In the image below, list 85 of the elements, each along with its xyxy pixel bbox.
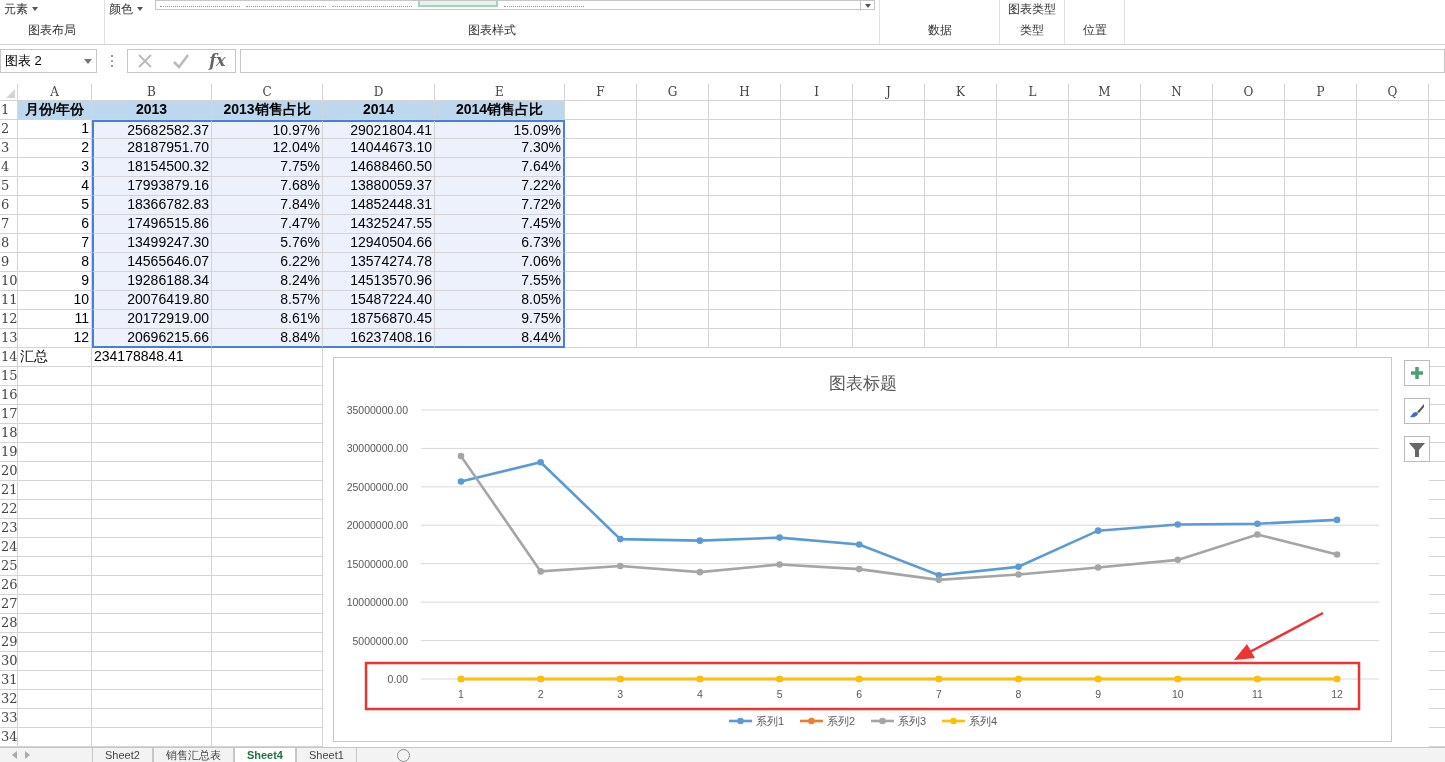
table-cell: 8.44% [435, 329, 565, 348]
table-cell: 20076419.80 [92, 291, 212, 310]
ribbon-group-label: 图表布局 [28, 22, 76, 39]
table-cell: 13880059.37 [323, 177, 435, 196]
axis-label: 9 [1095, 688, 1102, 700]
table-cell: 12940504.66 [323, 234, 435, 253]
axis-label: 25000000.00 [346, 480, 408, 493]
table-cell: 20696215.66 [92, 329, 212, 348]
axis-label: 15000000.00 [346, 557, 408, 570]
table-cell: 9.75% [435, 310, 565, 329]
table-cell: 18756870.45 [323, 310, 435, 329]
axis-label: 2 [537, 688, 544, 700]
table-cell: 19286188.34 [92, 272, 212, 291]
table-cell: 7.55% [435, 272, 565, 291]
table-cell: 14513570.96 [323, 272, 435, 291]
table-cell: 15.09% [435, 120, 565, 139]
axis-label: 0.00 [387, 673, 408, 685]
axis-label: 11 [1251, 688, 1263, 700]
table-cell: 7.84% [212, 196, 323, 215]
table-cell: 汇总 [18, 348, 92, 367]
table-cell: 17496515.86 [92, 215, 212, 234]
table-cell: 10.97% [212, 120, 323, 139]
table-cell: 14325247.55 [323, 215, 435, 234]
table-cell: 8.05% [435, 291, 565, 310]
table-cell: 14852448.31 [323, 196, 435, 215]
axis-label: 4 [697, 688, 703, 700]
table-cell: 7.45% [435, 215, 565, 234]
legend-label: 系列1 [756, 715, 785, 727]
table-cell: 7.22% [435, 177, 565, 196]
table-cell: 7.47% [212, 215, 323, 234]
table-cell: 6.73% [435, 234, 565, 253]
axis-label: 20000000.00 [346, 519, 408, 532]
axis-label: 5 [776, 688, 783, 700]
table-cell: 15487224.40 [323, 291, 435, 310]
table-cell: 7.06% [435, 253, 565, 272]
table-cell: 7.30% [435, 139, 565, 158]
chart-title: 图表标题 [829, 374, 897, 393]
table-cell: 28187951.70 [92, 139, 212, 158]
table-cell: 14044673.10 [323, 139, 435, 158]
table-cell: 17993879.16 [92, 177, 212, 196]
ribbon-group-label: 位置 [1082, 22, 1107, 39]
legend-label: 系列2 [827, 715, 856, 727]
table-cell: 6.22% [212, 253, 323, 272]
table-cell: 12.04% [212, 139, 323, 158]
axis-label: 5000000.00 [352, 634, 408, 647]
table-cell: 7.72% [435, 196, 565, 215]
axis-label: 10 [1171, 688, 1184, 700]
table-cell: 7.75% [212, 158, 323, 177]
table-cell: 2014销售占比 [435, 101, 565, 120]
table-cell: 25682582.37 [92, 120, 212, 139]
table-cell: 14688460.50 [323, 158, 435, 177]
table-cell: 13499247.30 [92, 234, 212, 253]
axis-label: 12 [1331, 688, 1343, 700]
table-cell: 20172919.00 [92, 310, 212, 329]
legend-label: 系列3 [898, 715, 927, 727]
table-cell: 月份/年份 [18, 101, 92, 120]
table-cell: 2014 [323, 101, 435, 120]
table-cell: 8.24% [212, 272, 323, 291]
table-cell: 16237408.16 [323, 329, 435, 348]
table-cell: 7.64% [435, 158, 565, 177]
table-cell: 7.68% [212, 177, 323, 196]
table-cell: 8.61% [212, 310, 323, 329]
axis-label: 7 [935, 688, 942, 700]
table-cell: 8.57% [212, 291, 323, 310]
table-cell: 2013 [92, 101, 212, 120]
axis-label: 6 [856, 688, 863, 700]
axis-label: 10000000.00 [346, 596, 408, 609]
axis-label: 35000000.00 [346, 404, 408, 416]
table-cell: 18154500.32 [92, 158, 212, 177]
axis-label: 3 [617, 688, 624, 700]
legend-label: 系列4 [969, 715, 998, 727]
table-cell: 2013销售占比 [212, 101, 323, 120]
axis-label: 30000000.00 [346, 442, 408, 455]
table-cell: 29021804.41 [323, 120, 435, 139]
ribbon-group-label: 类型 [1020, 22, 1044, 39]
ribbon-group-label: 图表样式 [468, 22, 516, 39]
table-cell: 13574274.78 [323, 253, 435, 272]
axis-label: 8 [1015, 688, 1022, 700]
table-cell: 234178848.41 [92, 348, 212, 367]
table-cell: 8.84% [212, 329, 323, 348]
ribbon-group-label: 数据 [927, 22, 952, 39]
table-cell: 5.76% [212, 234, 323, 253]
axis-label: 1 [458, 688, 464, 700]
table-cell: 18366782.83 [92, 196, 212, 215]
table-cell: 14565646.07 [92, 253, 212, 272]
